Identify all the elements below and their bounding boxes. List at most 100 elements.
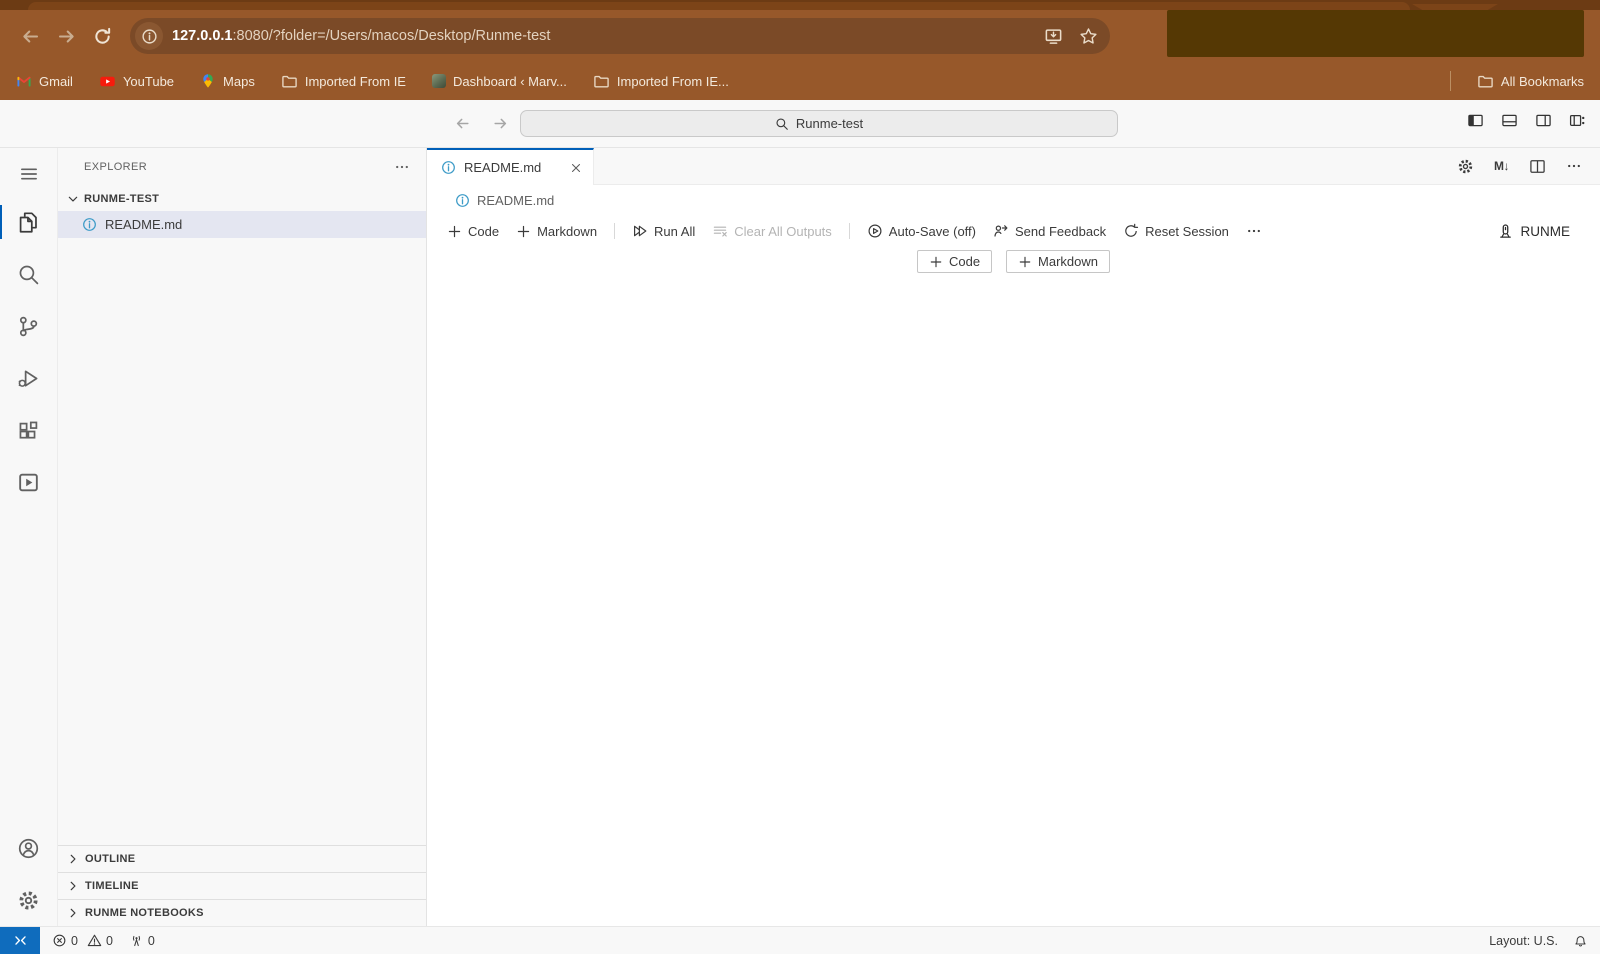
workspace-section-header[interactable]: RUNME-TEST: [58, 186, 426, 211]
more-actions-button[interactable]: [1566, 158, 1582, 174]
command-center-label: Runme-test: [796, 116, 863, 131]
open-markdown-editor-button[interactable]: M↓: [1494, 159, 1509, 173]
install-app-icon[interactable]: [1044, 27, 1063, 46]
folder-icon: [1477, 73, 1494, 90]
sidebar-item-source-control[interactable]: [0, 300, 58, 352]
screen: 127.0.0.1:8080/?folder=/Users/macos/Desk…: [0, 0, 1600, 954]
send-feedback-button[interactable]: Send Feedback: [993, 223, 1106, 239]
tab-readme[interactable]: README.md: [427, 148, 594, 185]
warning-count: 0: [106, 934, 113, 948]
add-markdown-cell-button[interactable]: Markdown: [1006, 250, 1110, 273]
maps-icon: [200, 73, 216, 89]
toolbar-more-button[interactable]: [1246, 223, 1262, 239]
runme-markdown-file-icon: [441, 160, 456, 175]
vscode-app: Runme-test: [0, 100, 1600, 954]
url-bar[interactable]: 127.0.0.1:8080/?folder=/Users/macos/Desk…: [130, 18, 1110, 54]
go-back-button[interactable]: [450, 111, 474, 135]
browser-active-tab[interactable]: [28, 2, 1410, 10]
keyboard-layout-indicator[interactable]: Layout: U.S.: [1489, 934, 1558, 948]
section-label: RUNME NOTEBOOKS: [85, 907, 204, 919]
error-count: 0: [71, 934, 78, 948]
browser-reload-button[interactable]: [84, 18, 120, 54]
section-label: TIMELINE: [85, 880, 139, 892]
button-label: Send Feedback: [1015, 224, 1106, 239]
warning-icon: [87, 933, 102, 948]
breadcrumb-item: README.md: [477, 193, 554, 208]
toggle-secondary-sidebar-button[interactable]: [1535, 112, 1552, 129]
bookmark-item-imported-ie[interactable]: Imported From IE: [281, 73, 406, 90]
sidebar-item-extensions[interactable]: [0, 404, 58, 456]
menu-button[interactable]: [0, 152, 58, 196]
button-label: Auto-Save (off): [889, 224, 976, 239]
file-row-readme[interactable]: README.md: [58, 211, 426, 238]
sidebar-item-explorer[interactable]: [0, 196, 58, 248]
sidebar-item-run-debug[interactable]: [0, 352, 58, 404]
bookmark-item-dashboard[interactable]: Dashboard ‹ Marv...: [432, 74, 567, 89]
bookmark-star-icon[interactable]: [1079, 27, 1098, 46]
back-arrow-icon: [21, 27, 40, 46]
button-label: Markdown: [1038, 254, 1098, 269]
runme-notebooks-section-header[interactable]: RUNME NOTEBOOKS: [58, 899, 426, 926]
url-host: 127.0.0.1: [172, 28, 232, 44]
bookmark-item-youtube[interactable]: YouTube: [99, 73, 174, 90]
status-bar: 0 0 0 Layout: U.S.: [0, 926, 1600, 954]
vscode-titlebar: Runme-test: [0, 100, 1600, 148]
reset-session-button[interactable]: Reset Session: [1123, 223, 1229, 239]
extensions-icon: [17, 419, 40, 442]
editor-actions: M↓: [1457, 148, 1600, 184]
run-all-icon: [632, 223, 648, 239]
all-bookmarks-button[interactable]: All Bookmarks: [1477, 73, 1584, 90]
add-code-button[interactable]: Code: [447, 224, 499, 239]
bookmark-label: Dashboard ‹ Marv...: [453, 74, 567, 89]
toolbar-divider: [849, 223, 850, 239]
add-markdown-button[interactable]: Markdown: [516, 224, 597, 239]
sidebar-item-search[interactable]: [0, 248, 58, 300]
ports-status[interactable]: 0: [129, 933, 155, 948]
bell-icon[interactable]: [1573, 933, 1588, 948]
button-label: Reset Session: [1145, 224, 1229, 239]
remote-indicator[interactable]: [0, 927, 40, 954]
clear-all-outputs-button[interactable]: Clear All Outputs: [712, 223, 832, 239]
button-label: Code: [468, 224, 499, 239]
split-editor-button[interactable]: [1529, 158, 1546, 175]
hamburger-icon: [18, 163, 40, 185]
bookmark-label: Maps: [223, 74, 255, 89]
notebook-settings-button[interactable]: [1457, 158, 1474, 175]
toggle-sidebar-button[interactable]: [1467, 112, 1484, 129]
auto-save-button[interactable]: Auto-Save (off): [867, 223, 976, 239]
circle-play-icon: [867, 223, 883, 239]
run-all-button[interactable]: Run All: [632, 223, 695, 239]
reload-icon: [93, 27, 112, 46]
bookmark-label: Imported From IE: [305, 74, 406, 89]
activity-bar: [0, 148, 58, 926]
toggle-panel-button[interactable]: [1501, 112, 1518, 129]
button-label: Code: [949, 254, 980, 269]
runme-brand-label: RUNME: [1521, 224, 1571, 239]
outline-section-header[interactable]: OUTLINE: [58, 845, 426, 872]
close-icon[interactable]: [569, 161, 583, 175]
bookmark-item-maps[interactable]: Maps: [200, 73, 255, 89]
browser-back-button[interactable]: [12, 18, 48, 54]
bookmark-item-gmail[interactable]: Gmail: [16, 73, 73, 89]
command-center-search[interactable]: Runme-test: [520, 110, 1118, 137]
site-info-button[interactable]: [135, 22, 163, 50]
url-actions: [1044, 27, 1098, 46]
bookmarks-bar: Gmail YouTube Maps Imported From IE Dash…: [0, 62, 1600, 100]
explorer-more-actions-button[interactable]: [394, 159, 410, 175]
settings-button[interactable]: [0, 874, 58, 926]
timeline-section-header[interactable]: TIMELINE: [58, 872, 426, 899]
problems-status[interactable]: 0 0: [52, 933, 113, 948]
runme-play-icon: [17, 471, 40, 494]
sidebar-item-runme[interactable]: [0, 456, 58, 508]
runme-markdown-file-icon: [455, 193, 470, 208]
folder-icon: [281, 73, 298, 90]
url-text[interactable]: 127.0.0.1:8080/?folder=/Users/macos/Desk…: [172, 28, 1044, 44]
browser-forward-button[interactable]: [48, 18, 84, 54]
add-code-cell-button[interactable]: Code: [917, 250, 992, 273]
account-button[interactable]: [0, 822, 58, 874]
customize-layout-button[interactable]: [1569, 112, 1586, 129]
explorer-title: EXPLORER: [84, 161, 147, 173]
breadcrumb[interactable]: README.md: [427, 185, 1600, 215]
bookmark-item-imported-ie-2[interactable]: Imported From IE...: [593, 73, 729, 90]
go-forward-button[interactable]: [488, 111, 512, 135]
